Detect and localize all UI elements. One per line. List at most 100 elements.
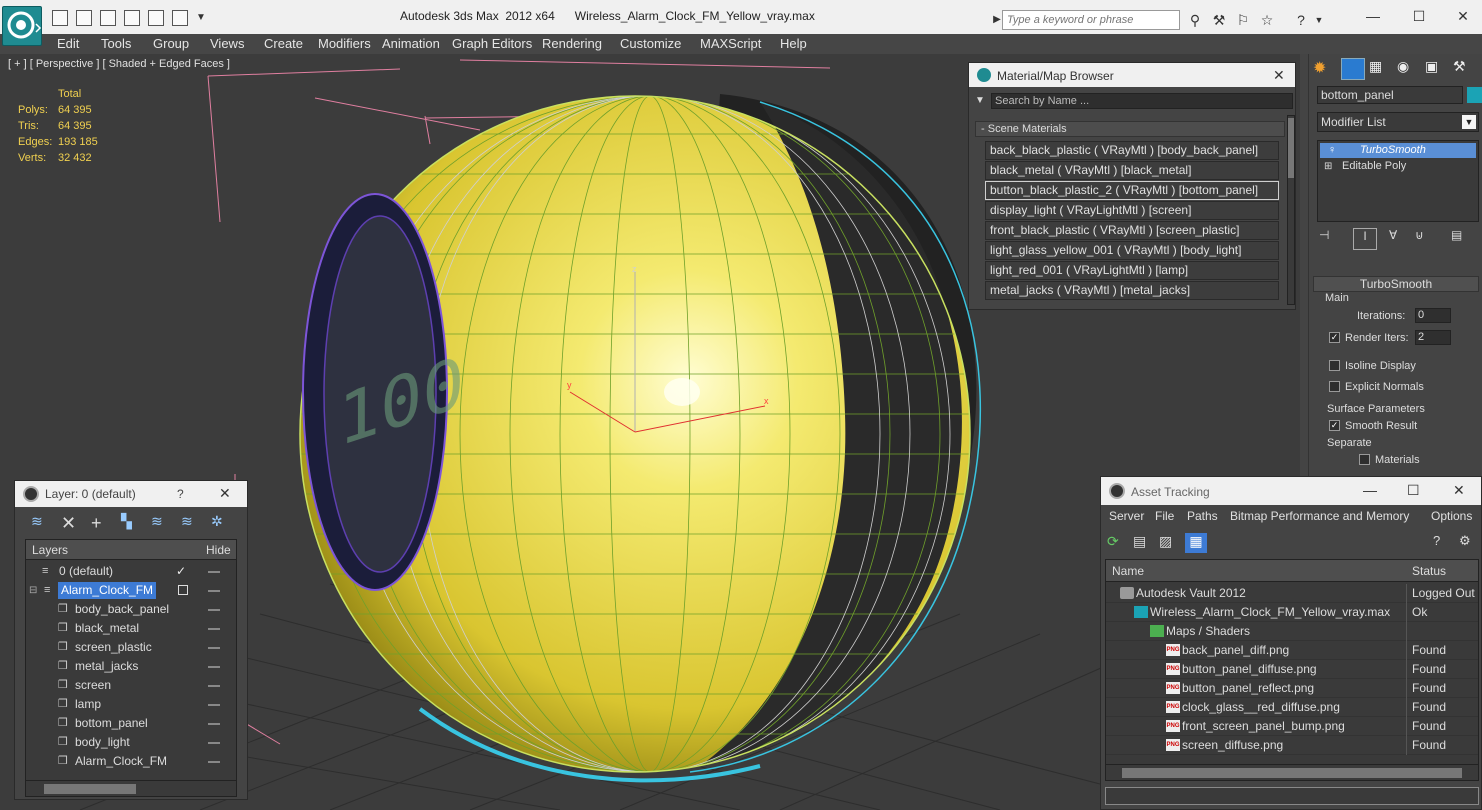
highlight-layer-icon[interactable]: ≋ bbox=[151, 513, 173, 533]
viewport-label[interactable]: [ + ] [ Perspective ] [ Shaded + Edged F… bbox=[8, 58, 230, 70]
layer-row[interactable]: ❒ metal_jacks bbox=[26, 657, 236, 676]
asset-row[interactable]: Maps / Shaders bbox=[1106, 622, 1478, 641]
isoline-display-checkbox[interactable] bbox=[1329, 360, 1340, 371]
utilities-tab-icon[interactable]: ⚒ bbox=[1453, 58, 1477, 80]
hide-toggle[interactable] bbox=[208, 723, 220, 725]
at-menu-file[interactable]: File bbox=[1155, 509, 1174, 523]
materials-checkbox[interactable] bbox=[1359, 454, 1370, 465]
material-row[interactable]: front_black_plastic ( VRayMtl ) [screen_… bbox=[985, 221, 1279, 240]
close-icon[interactable]: ✕ bbox=[1273, 67, 1285, 84]
collapse-minus-icon[interactable]: ⊟ bbox=[29, 581, 37, 600]
hold-icon[interactable] bbox=[124, 10, 140, 26]
material-row[interactable]: light_red_001 ( VRayLightMtl ) [lamp] bbox=[985, 261, 1279, 280]
material-row[interactable]: display_light ( VRayLightMtl ) [screen] bbox=[985, 201, 1279, 220]
layer-row[interactable]: ❒ lamp bbox=[26, 695, 236, 714]
menu-create[interactable]: Create bbox=[264, 36, 303, 51]
hide-toggle[interactable] bbox=[208, 685, 220, 687]
at-help-icon[interactable]: ? bbox=[1433, 533, 1455, 553]
show-end-result-icon[interactable]: I bbox=[1353, 228, 1377, 250]
create-tab-icon[interactable]: ✹ bbox=[1313, 58, 1337, 80]
material-row[interactable]: back_black_plastic ( VRayMtl ) [body_bac… bbox=[985, 141, 1279, 160]
make-unique-icon[interactable]: ∀ bbox=[1389, 228, 1413, 250]
lightbulb-icon[interactable]: ♀ bbox=[1328, 143, 1336, 158]
at-menu-paths[interactable]: Paths bbox=[1187, 509, 1218, 523]
binoculars-icon[interactable]: ⚲ bbox=[1186, 11, 1204, 29]
at-menu-options[interactable]: Options bbox=[1431, 509, 1472, 523]
layer-hscrollbar[interactable] bbox=[26, 780, 236, 796]
minimize-button[interactable]: — bbox=[1358, 6, 1388, 26]
menu-rendering[interactable]: Rendering bbox=[542, 36, 602, 51]
menu-tools[interactable]: Tools bbox=[101, 36, 131, 51]
asset-row[interactable]: PNG button_panel_reflect.png Found bbox=[1106, 679, 1478, 698]
table-view-icon[interactable]: ▦ bbox=[1185, 533, 1207, 553]
maximize-button[interactable]: ☐ bbox=[1407, 482, 1420, 499]
mb-scrollbar[interactable] bbox=[1287, 115, 1295, 305]
undo-icon[interactable] bbox=[100, 10, 116, 26]
hide-toggle[interactable] bbox=[208, 609, 220, 611]
layer-row[interactable]: ≡ 0 (default) ✓ bbox=[26, 562, 236, 581]
asset-hscrollbar[interactable] bbox=[1106, 764, 1478, 780]
iterations-spinner[interactable]: 0 bbox=[1415, 308, 1451, 323]
favorites-star-icon[interactable]: ☆ bbox=[1258, 11, 1276, 29]
asset-row[interactable]: PNG clock_glass__red_diffuse.png Found bbox=[1106, 698, 1478, 717]
layer-row[interactable]: ❒ body_light bbox=[26, 733, 236, 752]
col-name[interactable]: Name bbox=[1112, 564, 1144, 578]
keyword-search-input[interactable] bbox=[1002, 10, 1180, 30]
material-row[interactable]: metal_jacks ( VRayMtl ) [metal_jacks] bbox=[985, 281, 1279, 300]
col-layers[interactable]: Layers bbox=[32, 543, 68, 557]
hide-toggle[interactable] bbox=[208, 628, 220, 630]
close-icon[interactable]: ✕ bbox=[219, 485, 231, 502]
layer-row[interactable]: ❒ screen_plastic bbox=[26, 638, 236, 657]
menu-edit[interactable]: Edit bbox=[57, 36, 79, 51]
subscription-icon[interactable]: ⚒ bbox=[1210, 11, 1228, 29]
hierarchy-tab-icon[interactable]: ▦ bbox=[1369, 58, 1393, 80]
asset-path-field[interactable] bbox=[1105, 787, 1479, 805]
material-row[interactable]: black_metal ( VRayMtl ) [black_metal] bbox=[985, 161, 1279, 180]
layer-hscroll-thumb[interactable] bbox=[44, 784, 136, 794]
help-icon[interactable]: ? bbox=[177, 487, 184, 501]
motion-tab-icon[interactable]: ◉ bbox=[1397, 58, 1421, 80]
thumbnail-view-icon[interactable]: ▨ bbox=[1159, 533, 1181, 553]
render-iters-checkbox[interactable]: ✓ bbox=[1329, 332, 1340, 343]
project-folder-icon[interactable] bbox=[172, 10, 188, 26]
refresh-icon[interactable]: ⟳ bbox=[1107, 533, 1129, 553]
display-tab-icon[interactable]: ▣ bbox=[1425, 58, 1449, 80]
select-objects-icon[interactable]: ▚ bbox=[121, 513, 143, 533]
menu-customize[interactable]: Customize bbox=[620, 36, 681, 51]
layer-row[interactable]: ❒ bottom_panel bbox=[26, 714, 236, 733]
layer-row[interactable]: ❒ black_metal bbox=[26, 619, 236, 638]
hide-all-icon[interactable]: ≋ bbox=[181, 513, 203, 533]
layer-row[interactable]: ❒ body_back_panel bbox=[26, 600, 236, 619]
list-view-icon[interactable]: ▤ bbox=[1133, 533, 1155, 553]
explicit-normals-checkbox[interactable] bbox=[1329, 381, 1340, 392]
expand-plus-icon[interactable]: ⊞ bbox=[1324, 159, 1332, 174]
make-current-icon[interactable] bbox=[178, 585, 188, 595]
hide-toggle[interactable] bbox=[208, 742, 220, 744]
menu-animation[interactable]: Animation bbox=[382, 36, 440, 51]
modify-tab-icon[interactable] bbox=[1341, 58, 1365, 80]
object-color-swatch[interactable] bbox=[1467, 87, 1482, 103]
configure-sets-icon[interactable]: ▤ bbox=[1451, 228, 1475, 250]
menu-views[interactable]: Views bbox=[210, 36, 244, 51]
mb-search-input[interactable]: Search by Name ... bbox=[991, 93, 1293, 109]
modifier-list-dropdown[interactable]: Modifier List ▼ bbox=[1317, 112, 1479, 132]
open-file-icon[interactable] bbox=[52, 10, 68, 26]
layer-row[interactable]: ⊟ ≡ Alarm_Clock_FM bbox=[26, 581, 236, 600]
remove-modifier-icon[interactable]: ⊍ bbox=[1415, 228, 1439, 250]
turbosmooth-rollout-header[interactable]: TurboSmooth bbox=[1313, 276, 1479, 292]
menu-help[interactable]: Help bbox=[780, 36, 807, 51]
render-iters-spinner[interactable]: 2 bbox=[1415, 330, 1451, 345]
col-status[interactable]: Status bbox=[1412, 564, 1446, 578]
object-name-input[interactable] bbox=[1317, 86, 1463, 104]
scene-materials-header[interactable]: - Scene Materials bbox=[975, 121, 1285, 137]
close-icon[interactable]: ✕ bbox=[1453, 482, 1465, 499]
stack-item-editable-poly[interactable]: ⊞ Editable Poly bbox=[1320, 159, 1476, 174]
app-logo-icon[interactable] bbox=[2, 6, 42, 46]
delete-layer-icon[interactable]: ✕ bbox=[61, 513, 83, 533]
help-dropdown-icon[interactable]: ▼ bbox=[1310, 11, 1328, 29]
menu-modifiers[interactable]: Modifiers bbox=[318, 36, 371, 51]
quick-access-dropdown-icon[interactable]: ▼ bbox=[192, 9, 210, 27]
hide-toggle[interactable] bbox=[208, 666, 220, 668]
asset-row[interactable]: PNG button_panel_diffuse.png Found bbox=[1106, 660, 1478, 679]
menu-graph-editors[interactable]: Graph Editors bbox=[452, 36, 532, 51]
